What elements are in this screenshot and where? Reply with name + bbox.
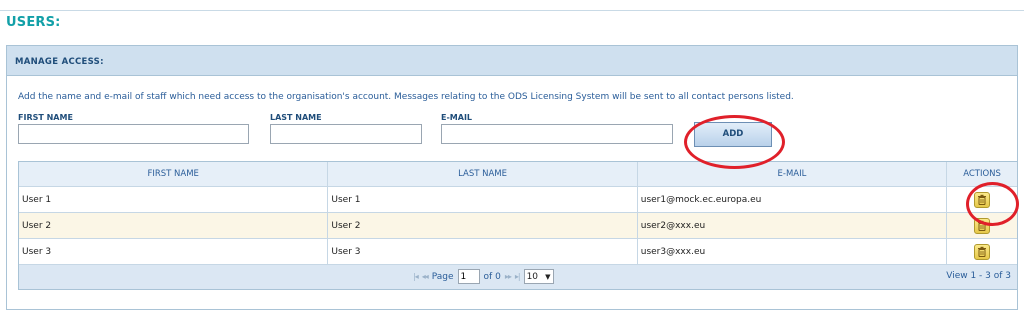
table-header-row: FIRST NAME LAST NAME E-MAIL ACTIONS — [19, 162, 1017, 187]
actions-cell — [947, 213, 1017, 238]
page-label: Page — [431, 271, 454, 282]
last-name-label: LAST NAME — [270, 113, 322, 122]
pagination-bar: |◂ ◂◂ Page of 0 ▸▸ ▸| 10 ▼ View 1 - 3 of… — [19, 265, 1017, 289]
delete-button[interactable] — [974, 243, 991, 260]
email-label: E-MAIL — [441, 113, 473, 122]
email-cell: user2@xxx.eu — [638, 213, 948, 238]
actions-cell — [947, 187, 1017, 212]
last-name-cell: User 2 — [328, 213, 638, 238]
first-page-icon[interactable]: |◂ — [413, 272, 419, 281]
table-row[interactable]: User 2 User 2 user2@xxx.eu — [19, 213, 1017, 239]
delete-button[interactable] — [974, 217, 991, 234]
records-info: View 1 - 3 of 3 — [946, 271, 1011, 281]
page-size-value: 10 — [526, 271, 539, 282]
manage-access-panel: MANAGE ACCESS: Add the name and e-mail o… — [6, 45, 1018, 310]
column-header-email[interactable]: E-MAIL — [638, 162, 948, 186]
actions-cell — [947, 239, 1017, 264]
table-row[interactable]: User 3 User 3 user3@xxx.eu — [19, 239, 1017, 265]
add-button[interactable]: ADD — [694, 122, 772, 147]
last-name-input[interactable] — [270, 124, 422, 144]
last-name-cell: User 3 — [328, 239, 638, 264]
first-name-cell: User 1 — [19, 187, 329, 212]
column-header-last-name[interactable]: LAST NAME — [328, 162, 638, 186]
users-table: FIRST NAME LAST NAME E-MAIL ACTIONS User… — [18, 161, 1018, 290]
prev-page-icon[interactable]: ◂◂ — [422, 272, 429, 281]
trash-icon — [978, 246, 987, 257]
trash-icon — [978, 194, 987, 205]
column-header-actions: ACTIONS — [963, 169, 1001, 179]
email-input[interactable] — [441, 124, 673, 144]
page-title: USERS: — [6, 15, 61, 30]
top-divider — [0, 10, 1024, 11]
table-row[interactable]: User 1 User 1 user1@mock.ec.europa.eu — [19, 187, 1017, 213]
next-page-icon[interactable]: ▸▸ — [505, 272, 512, 281]
first-name-input[interactable] — [18, 124, 249, 144]
panel-header: MANAGE ACCESS: — [7, 46, 1017, 76]
column-header-first-name[interactable]: FIRST NAME — [19, 162, 329, 186]
description-text: Add the name and e-mail of staff which n… — [18, 92, 794, 102]
first-name-cell: User 3 — [19, 239, 329, 264]
chevron-down-icon: ▼ — [545, 272, 551, 281]
first-name-cell: User 2 — [19, 213, 329, 238]
delete-button[interactable] — [974, 191, 991, 208]
page-number-input[interactable] — [457, 269, 480, 284]
page-size-select[interactable]: 10 ▼ — [523, 269, 554, 284]
pagination-controls: |◂ ◂◂ Page of 0 ▸▸ ▸| 10 ▼ — [413, 269, 554, 284]
email-cell: user1@mock.ec.europa.eu — [638, 187, 948, 212]
last-page-icon[interactable]: ▸| — [515, 272, 521, 281]
first-name-label: FIRST NAME — [18, 113, 73, 122]
page-count-label: of 0 — [483, 271, 501, 282]
trash-icon — [978, 220, 987, 231]
last-name-cell: User 1 — [328, 187, 638, 212]
email-cell: user3@xxx.eu — [638, 239, 948, 264]
